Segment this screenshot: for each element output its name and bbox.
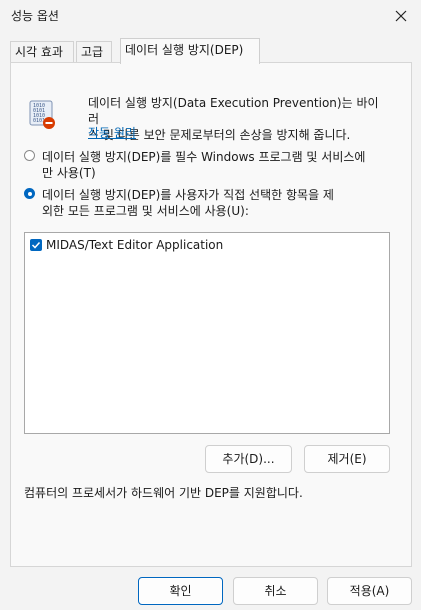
exception-list[interactable]: MIDAS/Text Editor Application [24, 232, 390, 434]
checkbox-checked[interactable] [30, 238, 42, 251]
list-item[interactable]: MIDAS/Text Editor Application [30, 237, 223, 253]
check-icon [31, 241, 41, 249]
radio-label: 데이터 실행 방지(DEP)를 필수 Windows 프로그램 및 서비스에 [42, 150, 366, 164]
dep-support-status: 컴퓨터의 프로세서가 하드웨어 기반 DEP를 지원합니다. [24, 486, 303, 500]
tab-dep[interactable]: 데이터 실행 방지(DEP) [120, 38, 260, 64]
description-line: 데이터 실행 방지(Data Execution Prevention)는 바이… [88, 96, 379, 126]
tab-label: 데이터 실행 방지(DEP) [125, 43, 244, 57]
list-item-label: MIDAS/Text Editor Application [46, 238, 224, 252]
apply-button[interactable]: 적용(A) [327, 577, 412, 605]
performance-options-dialog: 성능 옵션 시각 효과 고급 데이터 실행 방지(DEP) 1010 0101 … [0, 0, 421, 610]
radio-label: 외한 모든 프로그램 및 서비스에 사용(U): [42, 204, 249, 218]
window-title: 성능 옵션 [11, 9, 59, 23]
tab-strip: 시각 효과 고급 데이터 실행 방지(DEP) [10, 38, 410, 64]
title-bar: 성능 옵션 [0, 0, 421, 32]
dep-shield-icon: 1010 0101 1010 0101 [29, 100, 55, 129]
tab-advanced[interactable]: 고급 [76, 41, 112, 62]
how-it-works-link[interactable]: 작동 원리 [88, 124, 136, 141]
radio-label: 데이터 실행 방지(DEP)를 사용자가 직접 선택한 항목을 제 [42, 188, 334, 202]
radio-label: 만 사용(T) [42, 166, 96, 180]
radio-button[interactable] [24, 150, 35, 161]
radio-button-selected[interactable] [24, 188, 35, 199]
close-icon [395, 10, 407, 22]
tab-label: 고급 [81, 45, 104, 59]
close-button[interactable] [387, 2, 415, 30]
radio-essential-only[interactable]: 데이터 실행 방지(DEP)를 필수 Windows 프로그램 및 서비스에 만… [24, 149, 384, 181]
remove-button[interactable]: 제거(E) [304, 445, 390, 473]
tab-label: 시각 효과 [15, 45, 63, 59]
ok-button[interactable]: 확인 [138, 577, 223, 605]
tab-visual-effects[interactable]: 시각 효과 [10, 41, 74, 62]
radio-all-except-selected[interactable]: 데이터 실행 방지(DEP)를 사용자가 직접 선택한 항목을 제 외한 모든 … [24, 187, 384, 219]
cancel-button[interactable]: 취소 [233, 577, 318, 605]
add-button[interactable]: 추가(D)... [205, 445, 292, 473]
